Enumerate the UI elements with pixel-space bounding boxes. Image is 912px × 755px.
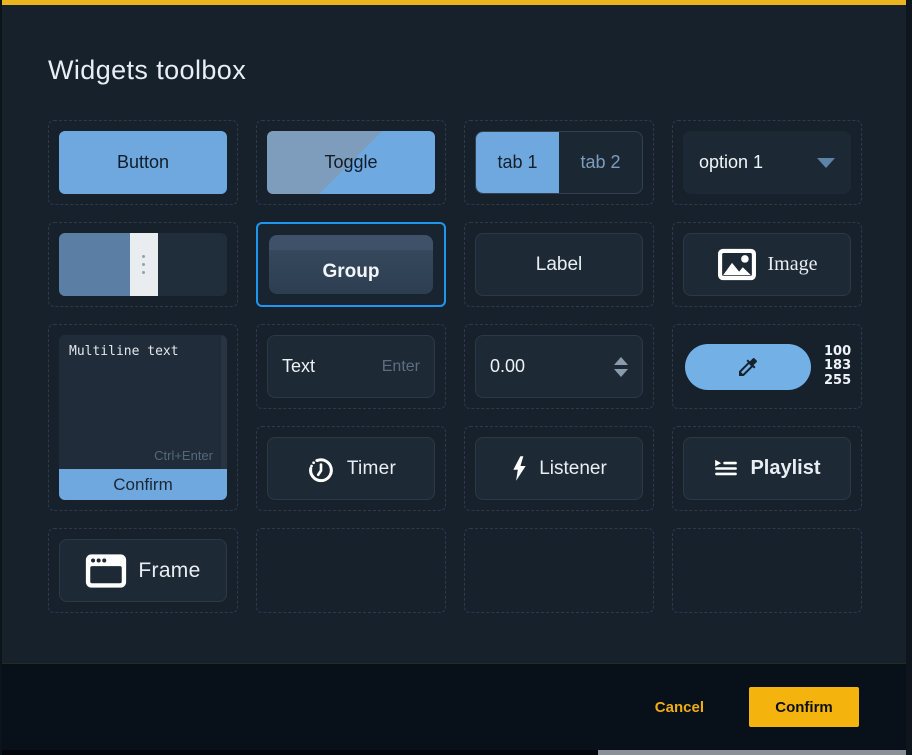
playlist-widget[interactable]: Playlist (683, 437, 851, 500)
cell-select[interactable]: option 1 (672, 120, 862, 205)
image-widget-label: Image (768, 253, 818, 276)
bolt-icon (511, 455, 528, 482)
tab-2[interactable]: tab 2 (559, 132, 642, 193)
drag-dot-icon (142, 271, 145, 274)
multiline-shortcut-hint: Ctrl+Enter (154, 448, 213, 463)
toggle-widget-label: Toggle (324, 152, 377, 173)
number-input-widget[interactable]: 0.00 (475, 335, 643, 398)
frame-widget-label: Frame (138, 559, 200, 583)
label-widget[interactable]: Label (475, 233, 643, 296)
text-input-value: Text (282, 356, 315, 377)
window-edge-right (906, 0, 912, 755)
empty-cell (464, 528, 654, 613)
cell-text-input[interactable]: Text Enter (256, 324, 446, 409)
widgets-toolbox-dialog: Widgets toolbox Button Toggle tab 1 tab … (0, 0, 912, 755)
multiline-textarea[interactable]: Multiline text Ctrl+Enter (59, 335, 221, 469)
cell-frame[interactable]: Frame (48, 528, 238, 613)
group-header-bar (269, 235, 433, 250)
text-input-widget[interactable]: Text Enter (267, 335, 435, 398)
timer-icon (306, 454, 336, 484)
image-icon (717, 248, 757, 281)
timer-widget-label: Timer (347, 458, 396, 480)
eyedropper-icon (736, 355, 760, 379)
slider-handle[interactable] (130, 233, 159, 296)
select-value: option 1 (699, 152, 763, 173)
select-widget[interactable]: option 1 (683, 131, 851, 194)
window-icon (85, 553, 127, 589)
slider-track (158, 233, 227, 296)
cell-label[interactable]: Label (464, 222, 654, 307)
multiline-confirm-button[interactable]: Confirm (59, 469, 227, 500)
stepper-down-icon[interactable] (614, 369, 628, 377)
color-r-value: 100 (824, 345, 851, 359)
page-title: Widgets toolbox (48, 55, 246, 86)
drag-dot-icon (142, 263, 145, 266)
button-widget-label: Button (117, 152, 169, 173)
accent-topbar (0, 0, 912, 5)
color-b-value: 255 (824, 374, 851, 388)
stepper-up-icon[interactable] (614, 357, 628, 365)
cell-slider[interactable] (48, 222, 238, 307)
horizontal-scrollbar-thumb[interactable] (598, 750, 906, 755)
empty-cell (672, 528, 862, 613)
timer-widget[interactable]: Timer (267, 437, 435, 500)
group-widget[interactable]: Group (269, 235, 433, 294)
label-widget-text: Label (536, 254, 583, 276)
slider-widget[interactable] (59, 233, 227, 296)
drag-dot-icon (142, 255, 145, 258)
tab-2-label: tab 2 (580, 152, 620, 173)
widget-grid: Button Toggle tab 1 tab 2 option 1 (48, 120, 862, 613)
tabs-widget[interactable]: tab 1 tab 2 (475, 131, 643, 194)
cell-group-selected[interactable]: Group (256, 222, 446, 307)
tab-1-label: tab 1 (497, 152, 537, 173)
cell-playlist[interactable]: Playlist (672, 426, 862, 511)
text-input-hint: Enter (382, 358, 420, 376)
cell-color-picker[interactable]: 100 183 255 (672, 324, 862, 409)
color-g-value: 183 (824, 359, 851, 373)
multiline-widget[interactable]: Multiline text Ctrl+Enter Confirm (59, 335, 227, 500)
image-widget[interactable]: Image (683, 233, 851, 296)
window-edge-left (0, 0, 2, 755)
multiline-confirm-label: Confirm (113, 475, 173, 495)
horizontal-scrollbar[interactable] (0, 750, 912, 755)
cancel-button[interactable]: Cancel (655, 699, 704, 716)
number-input-value: 0.00 (490, 356, 525, 377)
caret-down-icon (817, 158, 835, 168)
number-stepper[interactable] (614, 357, 628, 377)
color-picker-widget[interactable]: 100 183 255 (683, 335, 851, 398)
cell-listener[interactable]: Listener (464, 426, 654, 511)
tab-1[interactable]: tab 1 (476, 132, 559, 193)
listener-widget-label: Listener (539, 458, 607, 480)
color-swatch-button[interactable] (685, 344, 811, 390)
cell-button[interactable]: Button (48, 120, 238, 205)
cell-timer[interactable]: Timer (256, 426, 446, 511)
dialog-footer: Cancel Confirm (2, 663, 906, 750)
toggle-widget[interactable]: Toggle (267, 131, 435, 194)
slider-fill (59, 233, 130, 296)
multiline-text-value: Multiline text (69, 344, 179, 359)
playlist-icon (713, 459, 739, 478)
confirm-button[interactable]: Confirm (749, 687, 859, 727)
cell-number-input[interactable]: 0.00 (464, 324, 654, 409)
frame-widget[interactable]: Frame (59, 539, 227, 602)
empty-cell (256, 528, 446, 613)
cell-multiline[interactable]: Multiline text Ctrl+Enter Confirm (48, 324, 238, 511)
cell-tabs[interactable]: tab 1 tab 2 (464, 120, 654, 205)
listener-widget[interactable]: Listener (475, 437, 643, 500)
color-rgb-values: 100 183 255 (824, 345, 851, 388)
playlist-widget-label: Playlist (750, 457, 820, 480)
button-widget[interactable]: Button (59, 131, 227, 194)
cell-toggle[interactable]: Toggle (256, 120, 446, 205)
group-widget-label: Group (323, 261, 380, 283)
cell-image[interactable]: Image (672, 222, 862, 307)
